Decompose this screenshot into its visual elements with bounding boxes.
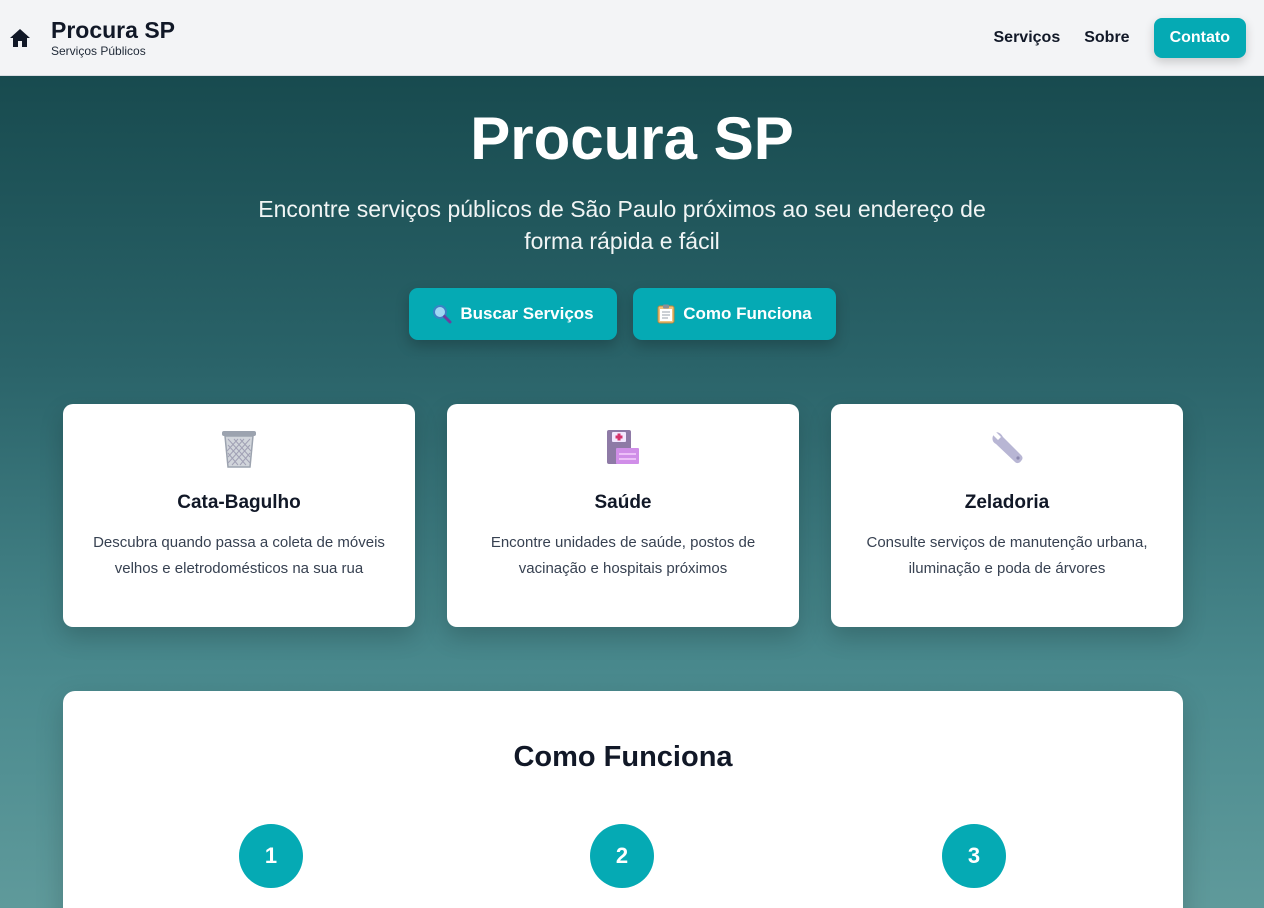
contact-button[interactable]: Contato	[1153, 17, 1246, 58]
wastebasket-icon	[63, 429, 415, 469]
step-number-2: 2	[590, 824, 654, 888]
search-services-label: Buscar Serviços	[460, 304, 594, 323]
how-it-works-label: Como Funciona	[683, 304, 812, 323]
card-description: Consulte serviços de manutenção urbana, …	[866, 534, 1148, 577]
home-icon[interactable]	[8, 26, 32, 50]
card-title: Saúde	[594, 492, 652, 513]
service-card-zeladoria[interactable]: Zeladoria Consulte serviços de manutençã…	[831, 404, 1183, 627]
top-nav-bar: Procura SP Serviços Públicos Serviços So…	[0, 0, 1264, 76]
search-services-button[interactable]: Buscar Serviços	[409, 288, 617, 340]
clipboard-icon	[657, 304, 675, 324]
magnifier-icon	[432, 304, 452, 324]
how-it-works-section: Como Funciona 1 2 3	[63, 691, 1183, 908]
card-title: Cata-Bagulho	[177, 492, 301, 513]
service-card-cata-bagulho[interactable]: Cata-Bagulho Descubra quando passa a col…	[63, 404, 415, 627]
service-card-saude[interactable]: Saúde Encontre unidades de saúde, postos…	[447, 404, 799, 627]
main-nav: Serviços Sobre Contato	[994, 17, 1246, 58]
brand-text: Procura SP Serviços Públicos	[51, 17, 175, 58]
site-subtitle: Serviços Públicos	[51, 44, 146, 58]
brand: Procura SP Serviços Públicos	[8, 17, 175, 58]
card-title: Zeladoria	[964, 492, 1050, 513]
hero-title: Procura SP	[470, 105, 794, 172]
site-title[interactable]: Procura SP	[51, 17, 175, 43]
hero-subtitle: Encontre serviços públicos de São Paulo …	[258, 196, 986, 254]
step-number-1: 1	[239, 824, 303, 888]
card-description: Encontre unidades de saúde, postos de va…	[490, 534, 756, 577]
nav-link-about[interactable]: Sobre	[1084, 29, 1129, 47]
how-it-works-button[interactable]: Como Funciona	[633, 288, 836, 340]
step-number-3: 3	[942, 824, 1006, 888]
card-description: Descubra quando passa a coleta de móveis…	[93, 534, 385, 577]
nav-link-services[interactable]: Serviços	[994, 29, 1061, 47]
wrench-icon	[831, 429, 1183, 469]
how-it-works-title: Como Funciona	[513, 741, 733, 773]
hospital-icon	[447, 429, 799, 469]
